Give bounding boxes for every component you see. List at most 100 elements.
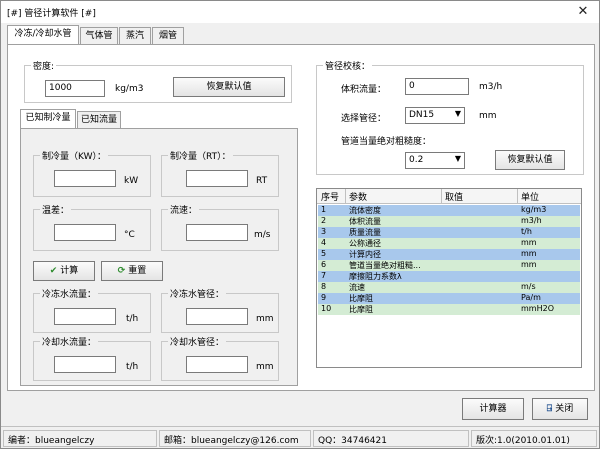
cell-unit: kg/m3 (521, 205, 547, 214)
pipe-size-value: DN15 (409, 110, 435, 120)
reset-button[interactable]: ⟳ 重置 (101, 261, 163, 281)
chilled-flow-group: 冷冻水流量： t/h (33, 287, 151, 333)
cooling-rt-unit: RT (256, 176, 268, 186)
cooling-kw-label: 制冷量（KW）： (40, 149, 108, 162)
calculate-button-label: 计算 (60, 266, 79, 276)
flow-label: 体积流量： (341, 85, 387, 95)
cooling-rt-input[interactable] (186, 170, 248, 187)
cooling-rt-group: 制冷量（RT）： RT (161, 149, 279, 197)
chilled-flow-output (54, 308, 116, 325)
cell-no: 7 (321, 271, 327, 280)
density-group-title: 密度: (31, 59, 57, 72)
cell-no: 2 (321, 216, 327, 225)
cell-param: 流体密度 (349, 206, 381, 215)
check-restore-button[interactable]: 恢复默认值 (495, 150, 565, 170)
table-row[interactable]: 5 计算内径 mm (318, 249, 580, 260)
cell-param: 比摩阻 (349, 294, 373, 303)
chilled-dia-unit: mm (256, 314, 274, 324)
header-param: 参数 (349, 193, 368, 203)
table-row[interactable]: 1 流体密度 kg/m3 (318, 205, 580, 216)
cooling-flow-group: 冷却水流量： t/h (33, 335, 151, 381)
cooling-dia-output (186, 356, 248, 373)
cell-param: 管道当量绝对粗糙... (349, 261, 421, 270)
chevron-down-icon: ▼ (454, 154, 461, 163)
cell-unit: Pa/m (521, 293, 541, 302)
cooling-dia-group: 冷却水管径： mm (161, 335, 279, 381)
cooling-kw-input[interactable] (54, 170, 116, 187)
cooling-kw-group: 制冷量（KW）： kW (33, 149, 151, 197)
pipe-check-group: 管径校核： 体积流量： 0 m3/h 选择管径： DN15 ▼ mm 管道当量绝… (316, 59, 584, 175)
table-row[interactable]: 2 体积流量 m3/h (318, 216, 580, 227)
table-row[interactable]: 9 比摩阻 Pa/m (318, 293, 580, 304)
cell-no: 8 (321, 282, 327, 291)
cell-param: 质量流量 (349, 228, 381, 237)
inner-tab-known-flow[interactable]: 已知流量 (77, 111, 121, 129)
cooling-flow-unit: t/h (126, 362, 139, 372)
temp-diff-label: 温差： (40, 203, 72, 216)
calculate-button[interactable]: ✔ 计算 (33, 261, 95, 281)
table-row[interactable]: 4 公称通径 mm (318, 238, 580, 249)
chevron-down-icon: ▼ (454, 109, 461, 118)
roughness-select[interactable]: 0.2 ▼ (405, 152, 465, 169)
header-unit: 单位 (521, 193, 540, 203)
velocity-label: 流速： (168, 203, 200, 216)
cell-param: 计算内径 (349, 250, 381, 259)
velocity-input[interactable] (186, 224, 248, 241)
known-cooling-panel: 制冷量（KW）： kW 制冷量（RT）： RT 温差： °C 流速： m/s ✔… (20, 128, 298, 386)
pipe-size-unit: mm (479, 111, 497, 121)
tab-flue[interactable]: 烟管 (152, 27, 184, 45)
flow-input[interactable]: 0 (405, 78, 469, 95)
cooling-dia-unit: mm (256, 362, 274, 372)
temp-diff-group: 温差： °C (33, 203, 151, 251)
table-row[interactable]: 10 比摩阻 mmH2O (318, 304, 580, 315)
cell-no: 9 (321, 293, 327, 302)
table-row[interactable]: 3 质量流量 t/h (318, 227, 580, 238)
inner-tab-known-cooling[interactable]: 已知制冷量 (20, 109, 76, 129)
cell-param: 流速 (349, 283, 365, 292)
tab-steam[interactable]: 蒸汽 (119, 27, 151, 45)
cell-no: 4 (321, 238, 327, 247)
cell-no: 10 (321, 304, 332, 313)
density-input[interactable]: 1000 (45, 80, 105, 97)
column-divider (441, 189, 442, 204)
table-row[interactable]: 6 管道当量绝对粗糙... mm (318, 260, 580, 271)
velocity-group: 流速： m/s (161, 203, 279, 251)
pipe-check-title: 管径校核： (323, 59, 373, 72)
cell-unit: mm (521, 249, 537, 258)
status-version: 版次:1.0(2010.01.01) (471, 430, 597, 447)
density-restore-button[interactable]: 恢复默认值 (173, 77, 285, 97)
chilled-dia-output (186, 308, 248, 325)
flow-unit: m3/h (479, 82, 503, 92)
cell-unit: m/s (521, 282, 536, 291)
chilled-flow-unit: t/h (126, 314, 139, 324)
roughness-value: 0.2 (409, 155, 424, 165)
pipe-size-label: 选择管径： (341, 114, 387, 124)
tab-panel: 密度: 1000 kg/m3 恢复默认值 已知制冷量 已知流量 制冷量（KW）：… (7, 44, 595, 391)
table-row[interactable]: 7 摩擦阻力系数λ (318, 271, 580, 282)
cell-param: 比摩阻 (349, 305, 373, 314)
tab-gas-pipe[interactable]: 气体管 (80, 27, 118, 45)
cell-unit: t/h (521, 227, 532, 236)
tab-chilled-cooling-water[interactable]: 冷冻/冷却水管 (7, 25, 79, 45)
window-title: [#] 管径计算软件 [#] (7, 9, 96, 19)
cooling-flow-label: 冷却水流量： (40, 335, 99, 348)
temp-diff-input[interactable] (54, 224, 116, 241)
close-button[interactable]: ⍈ 关闭 (532, 398, 588, 420)
column-divider (345, 189, 346, 204)
pipe-size-select[interactable]: DN15 ▼ (405, 107, 465, 124)
table-row[interactable]: 8 流速 m/s (318, 282, 580, 293)
chilled-dia-group: 冷冻水管径： mm (161, 287, 279, 333)
reset-button-label: 重置 (128, 266, 147, 276)
cooling-flow-output (54, 356, 116, 373)
cell-no: 3 (321, 227, 327, 236)
close-window-icon[interactable]: ✕ (573, 3, 593, 21)
status-email: 邮箱：blueangelczy@126.com (159, 430, 311, 447)
status-qq: QQ：34746421 (313, 430, 469, 447)
app-window: [#] 管径计算软件 [#] ✕ 冷冻/冷却水管 气体管 蒸汽 烟管 密度: 1… (0, 0, 600, 449)
temp-diff-unit: °C (124, 230, 135, 240)
cell-unit: mm (521, 260, 537, 269)
title-bar: [#] 管径计算软件 [#] ✕ (1, 1, 599, 23)
calculator-button[interactable]: 计算器 (462, 398, 524, 420)
table-header: 序号 参数 取值 单位 (317, 189, 581, 204)
cooling-kw-unit: kW (124, 176, 139, 186)
